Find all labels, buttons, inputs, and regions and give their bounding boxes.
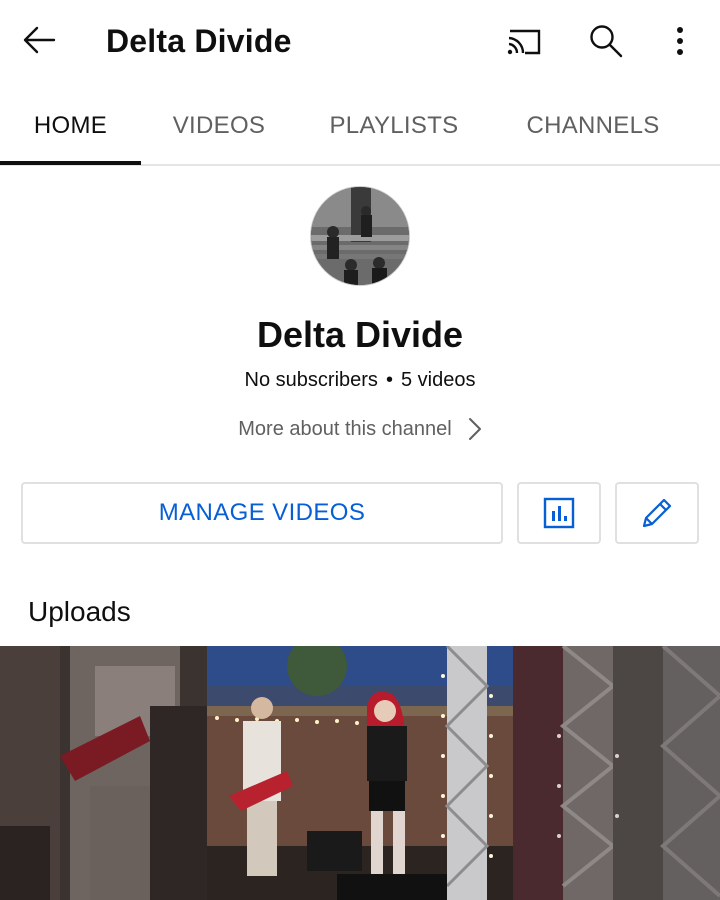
search-icon — [590, 25, 623, 58]
top-app-bar: Delta Divide — [0, 0, 720, 84]
video-thumbnail[interactable] — [207, 646, 513, 900]
edit-pencil-icon — [642, 498, 672, 528]
more-about-link[interactable]: More about this channel — [0, 414, 720, 444]
active-tab-indicator — [0, 161, 141, 165]
analytics-icon — [543, 497, 575, 529]
tab-home[interactable]: HOME — [0, 108, 141, 152]
channel-tabs: HOME VIDEOS PLAYLISTS CHANNELS — [0, 84, 720, 166]
tab-channels[interactable]: CHANNELS — [510, 108, 676, 152]
stats-separator: • — [385, 369, 393, 391]
back-button[interactable] — [22, 20, 78, 60]
uploads-shelf — [0, 646, 720, 900]
arrow-back-icon — [23, 26, 56, 54]
video-thumbnail[interactable] — [0, 646, 207, 900]
page-title: Delta Divide — [106, 23, 292, 59]
thumbnail-image — [207, 646, 513, 900]
channel-name: Delta Divide — [256, 314, 464, 355]
subscriber-count: No subscribers — [244, 369, 378, 391]
video-count: 5 videos — [400, 369, 476, 391]
edit-channel-button[interactable] — [615, 482, 699, 544]
avatar-photo — [311, 187, 409, 285]
more-options-button[interactable] — [656, 18, 704, 64]
cast-button[interactable] — [499, 18, 547, 64]
more-about-label: More about this channel — [238, 418, 452, 440]
analytics-button[interactable] — [517, 482, 601, 544]
channel-avatar[interactable] — [310, 186, 410, 286]
tab-playlists[interactable]: PLAYLISTS — [314, 108, 474, 152]
video-thumbnail[interactable] — [513, 646, 720, 900]
uploads-heading: Uploads — [28, 596, 131, 627]
channel-stats: No subscribers • 5 videos — [0, 366, 720, 394]
manage-videos-label: MANAGE VIDEOS — [158, 499, 366, 526]
more-vert-icon — [677, 27, 683, 55]
chevron-right-icon — [468, 418, 481, 440]
tab-videos[interactable]: VIDEOS — [150, 108, 288, 152]
thumbnail-image — [0, 646, 207, 900]
search-button[interactable] — [582, 18, 630, 64]
thumbnail-image — [513, 646, 720, 900]
manage-videos-button[interactable]: MANAGE VIDEOS — [21, 482, 503, 544]
cast-icon — [507, 29, 541, 55]
